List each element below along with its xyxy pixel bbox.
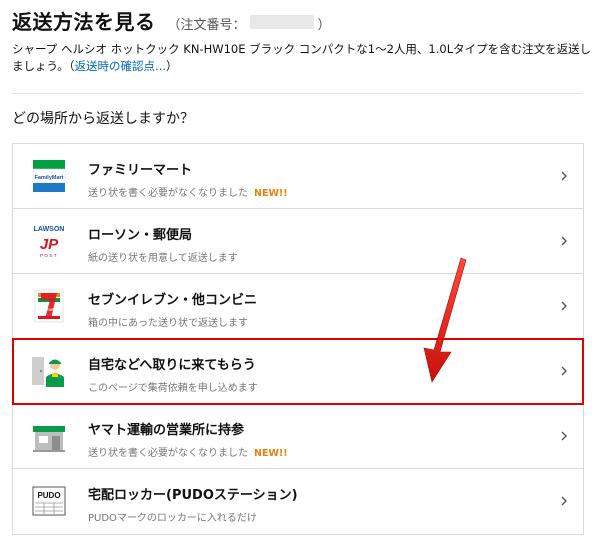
order-number-redacted [249,15,314,29]
svg-text:POST: POST [40,253,58,258]
option-title: ファミリーマート [88,163,193,178]
order-number-close: ） [317,18,331,33]
option-title: 自宅などへ取りに来てもらう [88,358,256,373]
option-pudo-locker[interactable]: PUDO 宅配ロッカー(PUDOステーション) PUDOマークのロッカーに入れる… [13,469,583,534]
chevron-right-icon [561,236,567,246]
option-subtitle: 送り状を書く必要がなくなりました [88,448,248,459]
option-home-pickup[interactable]: 自宅などへ取りに来てもらう このページで集荷依頼を申し込めます [12,338,584,405]
option-subtitle: 送り状を書く必要がなくなりました [88,188,248,199]
new-badge: NEW!! [254,448,288,459]
chevron-right-icon [561,431,567,441]
option-lawson-post-office[interactable]: LAWSON JP POST ローソン・郵便局 紙の送り状を用意して返送します [13,209,583,274]
option-subtitle: 紙の送り状を用意して返送します [88,253,238,264]
option-title: ヤマト運輸の営業所に持参 [88,423,245,438]
page-title: 返送方法を見る [12,10,156,34]
svg-text:FamilyMart: FamilyMart [34,175,63,181]
option-familymart[interactable]: FamilyMart ファミリーマート 送り状を書く必要がなくなりました NEW!… [13,144,583,209]
chevron-right-icon [561,366,567,376]
description-end: ） [166,59,178,73]
page-header: 返送方法を見る （注文番号： ） シャープ ヘルシオ ホットクック KN-HW1… [12,6,592,75]
order-number-label: （注文番号： [167,18,246,33]
return-check-link[interactable]: 返送時の確認点... [75,59,166,73]
product-description: シャープ ヘルシオ ホットクック KN-HW10E ブラック コンパクトな1〜2… [12,41,592,75]
chevron-right-icon [561,496,567,506]
svg-text:PUDO: PUDO [37,491,60,500]
chevron-right-icon [561,171,567,181]
pudo-logo: PUDO [32,486,66,516]
option-subtitle: PUDOマークのロッカーに入れるだけ [88,513,257,524]
svg-text:ELEVEN: ELEVEN [41,308,56,312]
seven-eleven-logo: ELEVEN [34,289,64,323]
chevron-right-icon [561,301,567,311]
option-title: セブンイレブン・他コンビニ [88,293,258,308]
divider [12,93,582,94]
pickup-courier-icon [32,357,64,387]
familymart-logo: FamilyMart [32,160,66,192]
new-badge: NEW!! [254,188,288,199]
option-yamato-office[interactable]: ヤマト運輸の営業所に持参 送り状を書く必要がなくなりました NEW!! [13,404,583,469]
option-title: ローソン・郵便局 [88,228,193,243]
return-location-question: どの場所から返送しますか？ [12,111,194,127]
lawson-jp-logo: LAWSON JP POST [34,226,65,258]
svg-text:LAWSON: LAWSON [34,226,65,233]
option-subtitle: 箱の中にあった送り状で返送します [88,318,248,329]
option-title: 宅配ロッカー(PUDOステーション) [88,488,298,503]
svg-text:JP: JP [40,236,59,253]
yamato-office-icon [33,426,65,452]
option-seven-eleven[interactable]: ELEVEN セブンイレブン・他コンビニ 箱の中にあった送り状で返送します [13,274,583,339]
return-options-list: FamilyMart ファミリーマート 送り状を書く必要がなくなりました NEW!… [12,143,584,535]
option-subtitle: このページで集荷依頼を申し込めます [88,383,258,394]
